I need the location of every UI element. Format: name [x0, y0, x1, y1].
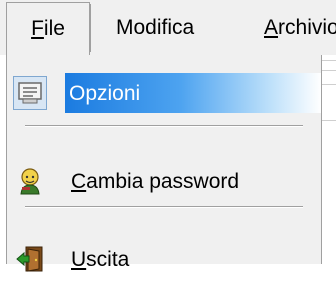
file-dropdown-menu: Opzioni Cambia password Uscita — [6, 55, 322, 272]
menu-separator — [25, 206, 303, 208]
menu-separator — [25, 125, 303, 127]
menu-item-uscita-label: Uscita — [71, 247, 130, 271]
menu-modifica[interactable]: Modifica — [116, 0, 194, 55]
menubar-divider — [90, 4, 91, 52]
options-window-icon — [13, 76, 47, 110]
menu-item-cambia-password-label: Cambia password — [71, 169, 240, 193]
menu-item-opzioni[interactable]: Opzioni — [7, 69, 321, 117]
exit-door-icon — [13, 242, 47, 276]
user-key-icon — [13, 164, 47, 198]
menu-bar: File Modifica Archivio — [0, 0, 336, 55]
menu-item-cambia-password[interactable]: Cambia password — [7, 157, 321, 205]
menu-item-opzioni-label: Opzioni — [65, 73, 321, 113]
menu-archivio-label: Archivio — [264, 15, 336, 39]
menu-file[interactable]: File — [6, 2, 90, 55]
menu-archivio[interactable]: Archivio — [264, 0, 336, 55]
background-line — [322, 70, 336, 71]
menu-item-uscita[interactable]: Uscita — [7, 235, 321, 283]
background-line — [322, 120, 336, 121]
window-background — [322, 55, 336, 264]
background-line — [322, 60, 336, 61]
menu-modifica-label: Modifica — [116, 15, 195, 39]
menu-file-label: File — [31, 17, 65, 40]
background-line — [322, 84, 336, 85]
